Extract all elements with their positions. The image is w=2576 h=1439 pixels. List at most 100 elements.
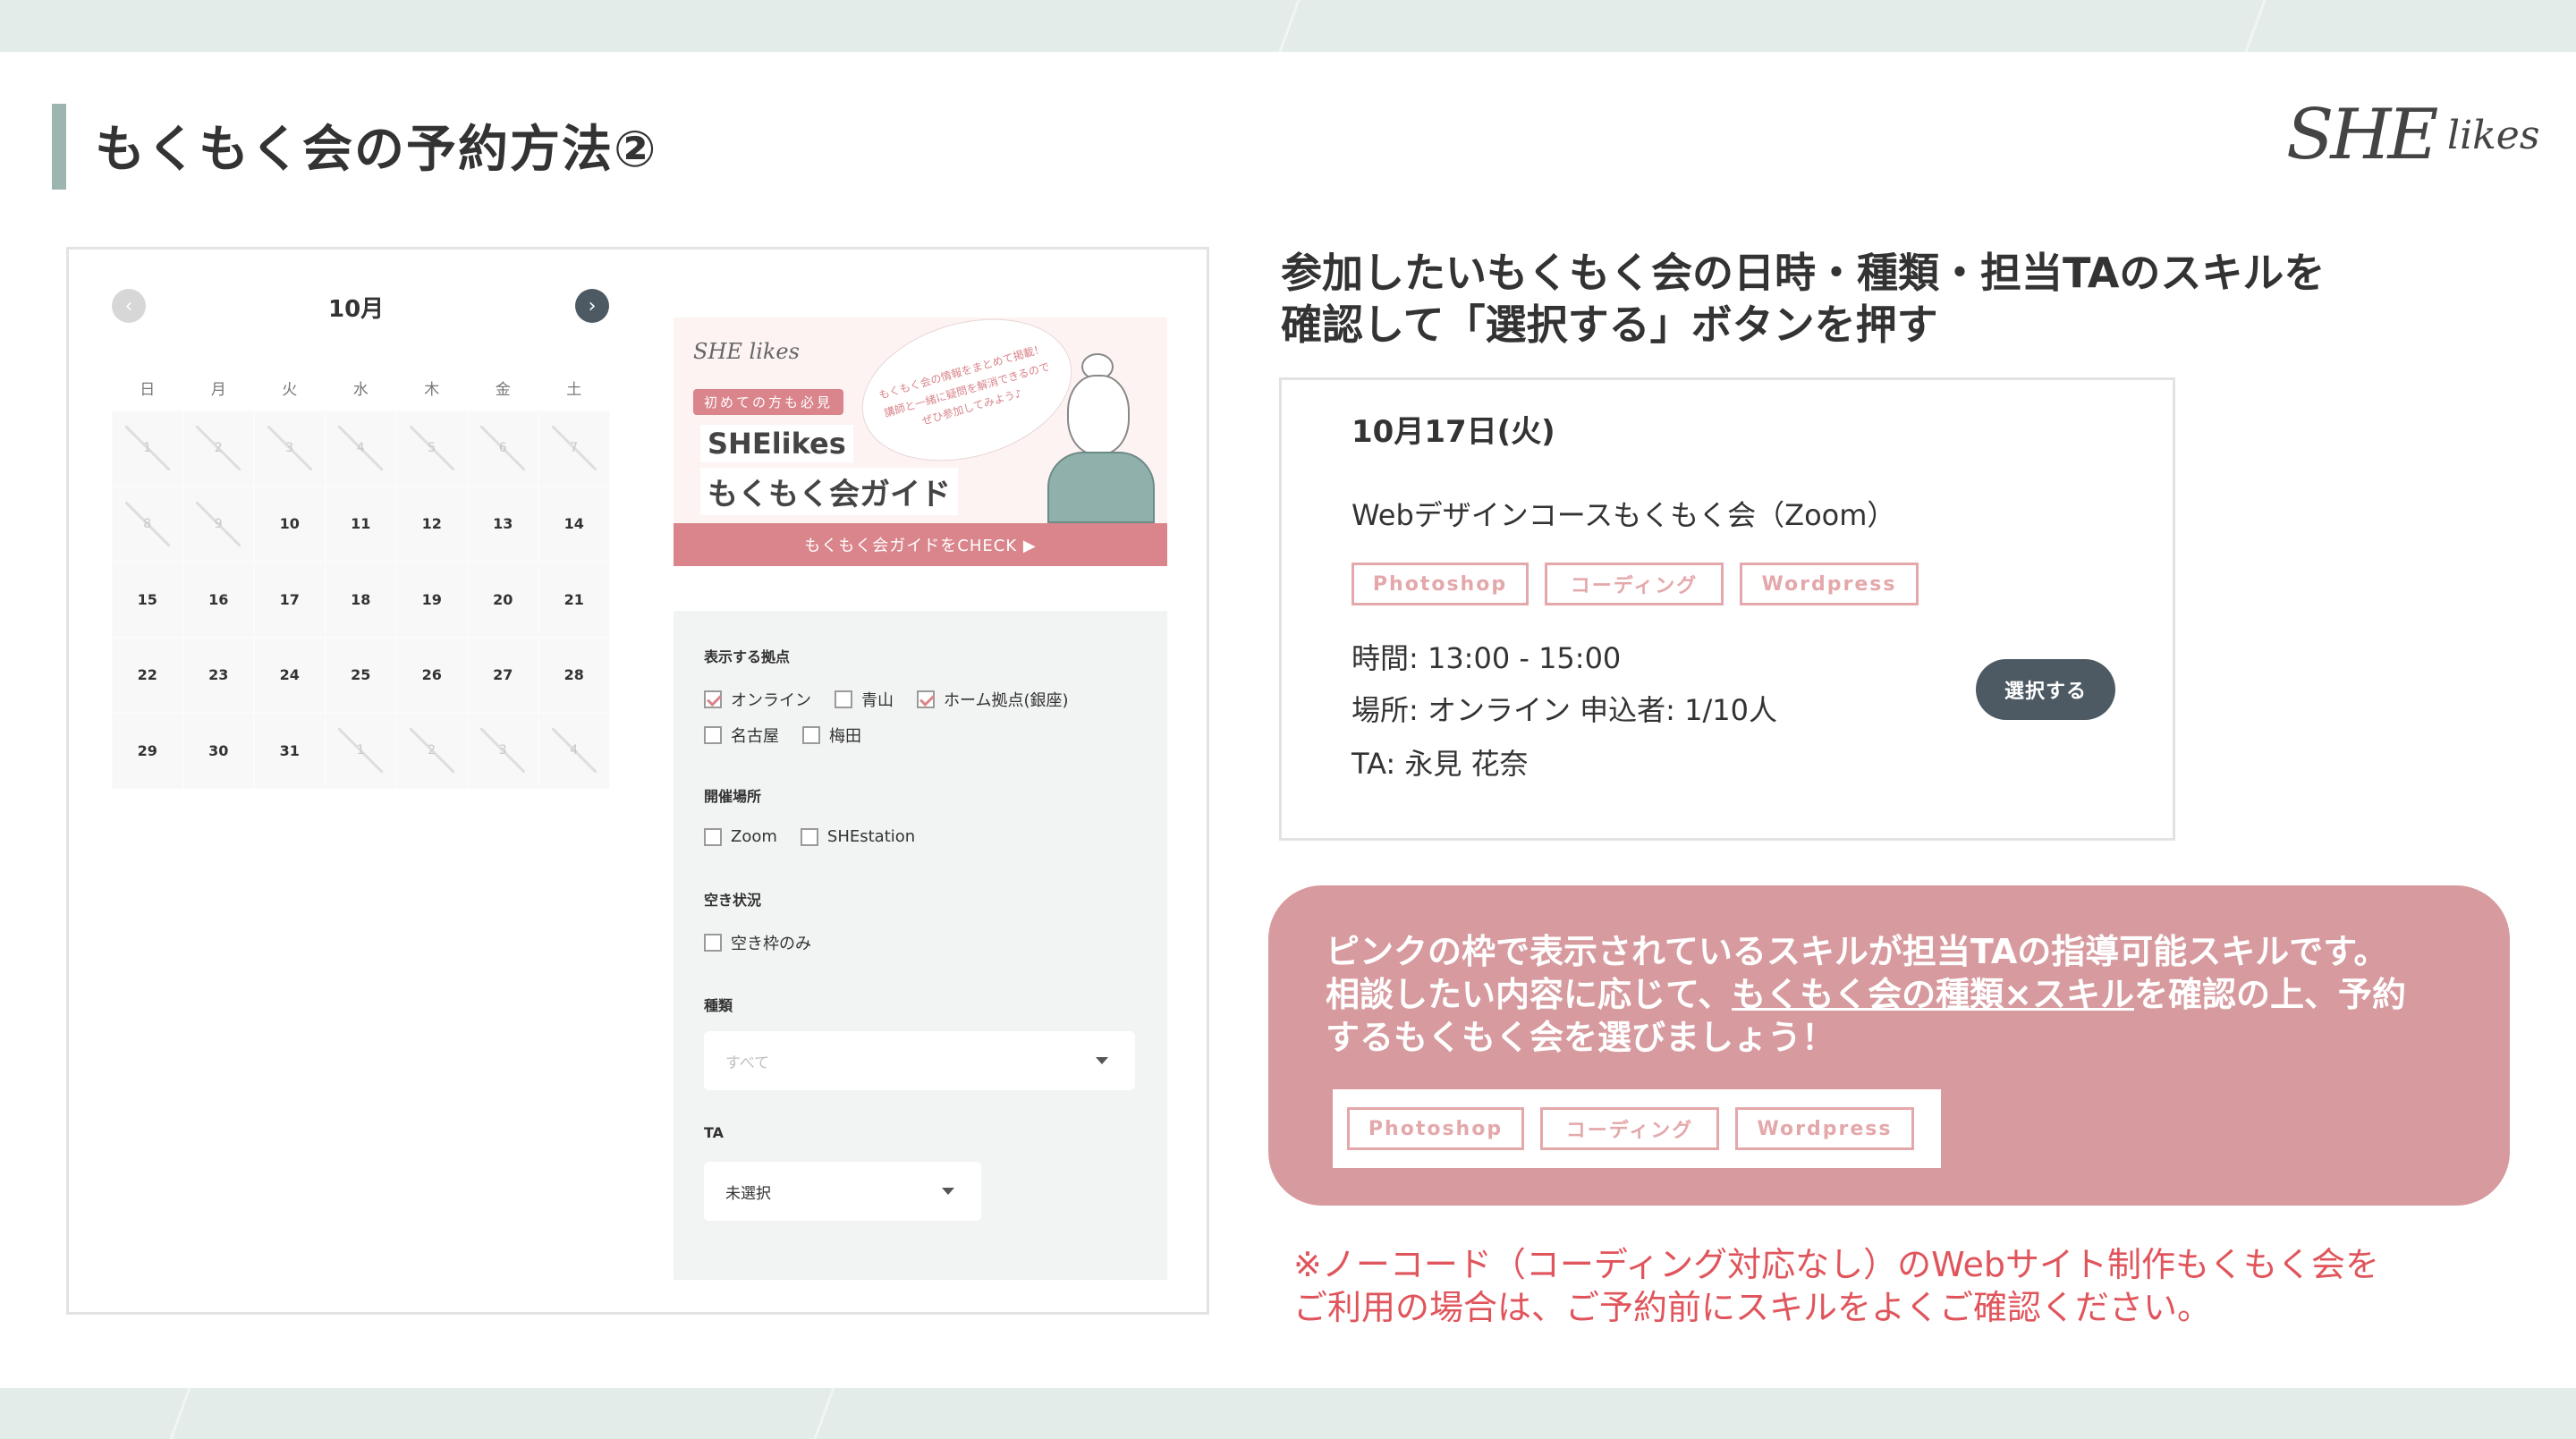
calendar-day[interactable]: 21: [538, 562, 610, 638]
calendar-day[interactable]: 31: [254, 713, 326, 789]
calendar-day[interactable]: 28: [538, 637, 610, 713]
logo-she: SHE: [2286, 95, 2438, 175]
calendar-day: 1: [325, 713, 396, 789]
filter-checkbox[interactable]: Zoom: [704, 827, 777, 846]
filter-checkbox[interactable]: 名古屋: [704, 724, 779, 747]
title-accent-bar: [52, 104, 66, 190]
checkbox-empty-icon[interactable]: [704, 827, 722, 846]
calendar-day[interactable]: 17: [254, 562, 326, 638]
calendar-day[interactable]: 10: [254, 486, 326, 562]
chevron-down-icon: [1096, 1057, 1108, 1064]
banner-speech-bubble: もくもく会の情報をまとめて掲載！講師と一緒に疑問を解消できるのでぜひ参加してみよ…: [844, 317, 1089, 485]
skill-note-box: ピンクの枠で表示されているスキルが担当TAの指導可能スキルです。 相談したい内容…: [1268, 885, 2510, 1206]
weekday-label: 月: [210, 381, 226, 399]
weekday-label: 日: [140, 381, 156, 399]
caution-text: ※ノーコード（コーディング対応なし）のWebサイト制作もくもく会を ご利用の場合…: [1293, 1243, 2474, 1329]
filter-checkbox[interactable]: 青山: [835, 688, 894, 711]
filter-checkbox[interactable]: 梅田: [802, 724, 861, 747]
filter-checkbox[interactable]: SHEstation: [800, 827, 915, 846]
calendar-day[interactable]: 12: [396, 486, 468, 562]
calendar-day[interactable]: 29: [112, 713, 183, 789]
checkbox-checked-icon[interactable]: [917, 690, 935, 708]
calendar-day: 7: [538, 411, 610, 487]
instruction-heading: 参加したいもくもく会の日時・種類・担当TAのスキルを 確認して「選択する」ボタン…: [1281, 247, 2444, 351]
calendar-day[interactable]: 15: [112, 562, 183, 638]
note-line-1: ピンクの枠で表示されているスキルが担当TAの指導可能スキルです。: [1326, 932, 2388, 971]
calendar-day[interactable]: 14: [538, 486, 610, 562]
illustration-person-icon: [1067, 375, 1130, 455]
ta-select-value: 未選択: [725, 1184, 771, 1203]
calendar-day[interactable]: 18: [325, 562, 396, 638]
calendar-day: 5: [396, 411, 468, 487]
instruction-line-1: 参加したいもくもく会の日時・種類・担当TAのスキルを: [1281, 249, 2326, 297]
checkbox-empty-icon[interactable]: [802, 726, 820, 744]
session-card: 10月17日(火) Webデザインコースもくもく会（Zoom） Photosho…: [1279, 377, 2175, 841]
checkbox-checked-icon[interactable]: [704, 690, 722, 708]
caution-line-2: ご利用の場合は、ご予約前にスキルをよくご確認ください。: [1293, 1288, 2212, 1327]
venue-row: Zoom SHEstation: [704, 827, 915, 846]
session-date: 10月17日(火): [1352, 414, 1555, 450]
calendar-day: 8: [112, 486, 183, 562]
availability-row: 空き枠のみ: [704, 931, 811, 954]
booking-screen-panel: ‹ 10月 › 日月火水木金土 1 2 3 4 5 6 7 8 9 10 11 12 13 14 15 16 1…: [66, 247, 1209, 1315]
calendar-day: 4: [538, 713, 610, 789]
banner-title-guide: もくもく会ガイド: [700, 468, 958, 515]
checkbox-label: 梅田: [829, 727, 861, 746]
calendar-weekdays: 日月火水木金土: [112, 377, 609, 399]
next-month-glyph: ›: [588, 294, 597, 317]
calendar-day[interactable]: 24: [254, 637, 326, 713]
availability-filter-label: 空き状況: [704, 892, 762, 909]
calendar-day[interactable]: 30: [182, 713, 254, 789]
weekday-label: 木: [424, 381, 440, 399]
next-month-icon[interactable]: ›: [575, 289, 609, 323]
ta-select[interactable]: 未選択: [704, 1162, 981, 1221]
calendar-day[interactable]: 11: [325, 486, 396, 562]
checkbox-empty-icon[interactable]: [704, 726, 722, 744]
type-select[interactable]: すべて: [704, 1031, 1135, 1090]
calendar-day[interactable]: 23: [182, 637, 254, 713]
location-row-2: 名古屋 梅田: [704, 724, 861, 747]
select-button[interactable]: 選択する: [1976, 659, 2115, 720]
calendar-day[interactable]: 22: [112, 637, 183, 713]
banner-logo: SHE likes: [693, 339, 800, 364]
skill-tag: コーディング: [1540, 1107, 1719, 1150]
session-time: 時間: 13:00 - 15:00: [1352, 641, 1622, 675]
calendar-day[interactable]: 25: [325, 637, 396, 713]
checkbox-label: ホーム拠点(銀座): [944, 691, 1069, 710]
session-place: 場所: オンライン 申込者: 1/10人: [1352, 693, 1777, 727]
bottom-band: [0, 1388, 2576, 1439]
checkbox-empty-icon[interactable]: [835, 690, 852, 708]
checkbox-label: Zoom: [731, 827, 777, 846]
note-line-2-underline: もくもく会の種類×スキル: [1732, 975, 2134, 1014]
note-line-2: 相談したい内容に応じて、もくもく会の種類×スキルを確認の上、予約: [1326, 973, 2479, 1016]
calendar-day[interactable]: 16: [182, 562, 254, 638]
note-skill-tags: Photoshop コーディング Wordpress: [1347, 1107, 1914, 1150]
illustration-body: [1047, 452, 1155, 523]
guide-check-link[interactable]: もくもく会ガイドをCHECK ▶: [674, 523, 1167, 566]
calendar-day[interactable]: 19: [396, 562, 468, 638]
calendar-day[interactable]: 13: [467, 486, 538, 562]
filter-panel: 表示する拠点 オンライン 青山 ホーム拠点(銀座) 名古屋 梅田 開催場所 Zoom S…: [674, 611, 1167, 1280]
checkbox-empty-icon[interactable]: [704, 934, 722, 952]
calendar-day[interactable]: 26: [396, 637, 468, 713]
banner-title-brand: SHElikes: [700, 425, 853, 462]
calendar-day: 3: [467, 713, 538, 789]
calendar-day[interactable]: 27: [467, 637, 538, 713]
weekday-label: 火: [282, 381, 298, 399]
session-skill-tags: Photoshop コーディング Wordpress: [1352, 563, 1919, 605]
mokumoku-guide-banner[interactable]: SHE likes もくもく会の情報をまとめて掲載！講師と一緒に疑問を解消できる…: [674, 317, 1167, 566]
checkbox-label: オンライン: [731, 691, 811, 710]
prev-month-icon[interactable]: ‹: [112, 289, 146, 323]
session-ta: TA: 永見 花奈: [1352, 747, 1529, 781]
filter-checkbox[interactable]: ホーム拠点(銀座): [917, 688, 1069, 711]
caution-line-1: ※ノーコード（コーディング対応なし）のWebサイト制作もくもく会を: [1293, 1245, 2380, 1284]
note-tags-box: Photoshop コーディング Wordpress: [1333, 1089, 1941, 1168]
filter-checkbox[interactable]: 空き枠のみ: [704, 931, 811, 954]
checkbox-empty-icon[interactable]: [800, 827, 818, 846]
shelikes-logo: SHE likes: [2281, 95, 2539, 184]
calendar-day[interactable]: 20: [467, 562, 538, 638]
skill-tag: Photoshop: [1347, 1107, 1524, 1150]
instruction-line-2: 確認して「選択する」ボタンを押す: [1281, 300, 1938, 349]
calendar-day: 1: [112, 411, 183, 487]
filter-checkbox[interactable]: オンライン: [704, 688, 811, 711]
